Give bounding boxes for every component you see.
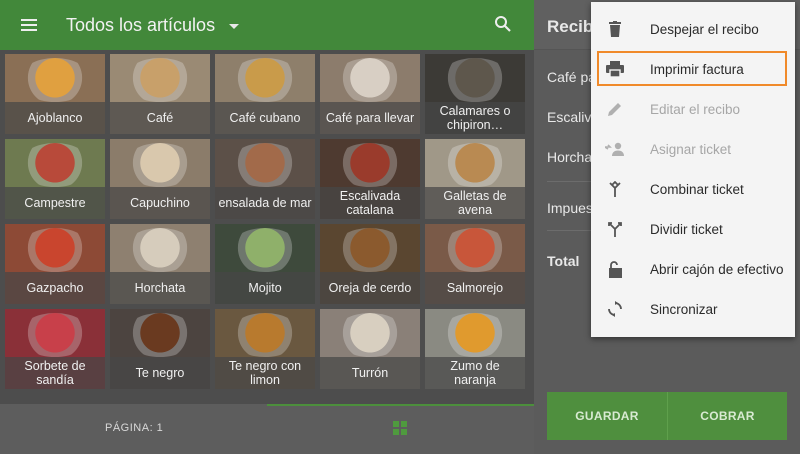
item-tile[interactable]: Zumo de naranja <box>425 309 525 389</box>
item-image <box>19 228 91 272</box>
category-title[interactable]: Todos los artículos <box>66 15 215 36</box>
item-label: Horchata <box>110 272 210 304</box>
menu-item-label: Combinar ticket <box>650 181 744 197</box>
grid-view-icon[interactable] <box>393 421 407 440</box>
item-tile[interactable]: Café para llevar <box>320 54 420 134</box>
menu-item-sincronizar[interactable]: Sincronizar <box>591 289 795 329</box>
split-icon <box>593 221 637 237</box>
item-label: Te negro <box>110 357 210 389</box>
item-tile[interactable]: Capuchino <box>110 139 210 219</box>
menu-item-dividir-ticket[interactable]: Dividir ticket <box>591 209 795 249</box>
item-tile[interactable]: Sorbete de sandía <box>5 309 105 389</box>
item-tile[interactable]: Café <box>110 54 210 134</box>
item-label: Capuchino <box>110 187 210 219</box>
item-label: Café cubano <box>215 102 315 134</box>
receipt-taxes: Impues <box>547 200 593 216</box>
item-image <box>439 143 511 187</box>
item-image <box>124 58 196 102</box>
cash-drawer-icon <box>593 260 637 278</box>
item-tile[interactable]: Galletas de avena <box>425 139 525 219</box>
item-tile[interactable]: Oreja de cerdo <box>320 224 420 304</box>
item-label: Calamares o chipiron… <box>425 102 525 134</box>
item-tile[interactable]: Te negro con limon <box>215 309 315 389</box>
item-image <box>439 313 511 357</box>
pencil-icon <box>593 101 637 117</box>
trash-icon <box>593 21 637 37</box>
menu-item-label: Sincronizar <box>650 301 718 317</box>
search-icon[interactable] <box>494 15 512 38</box>
item-tile[interactable]: Ajoblanco <box>5 54 105 134</box>
print-invoice-highlight <box>597 51 787 86</box>
item-image <box>19 313 91 357</box>
item-tile[interactable]: Turrón <box>320 309 420 389</box>
item-label: Gazpacho <box>5 272 105 304</box>
item-label: Zumo de naranja <box>425 357 525 389</box>
menu-item-abrir-cajón-de-efectivo[interactable]: Abrir cajón de efectivo <box>591 249 795 289</box>
item-tile[interactable]: Café cubano <box>215 54 315 134</box>
item-label: Mojito <box>215 272 315 304</box>
item-image <box>334 143 406 187</box>
menu-item-label: Dividir ticket <box>650 221 723 237</box>
item-label: Turrón <box>320 357 420 389</box>
receipt-line-item[interactable]: Café pa <box>547 69 596 85</box>
menu-item-asignar-ticket: Asignar ticket <box>591 129 795 169</box>
item-label: Ajoblanco <box>5 102 105 134</box>
chevron-down-icon[interactable] <box>229 23 240 29</box>
item-label: Te negro con limon <box>215 357 315 389</box>
item-grid: Ajoblanco Café Café cubano Café para llevar… <box>5 54 528 389</box>
menu-item-label: Editar el recibo <box>650 101 741 117</box>
item-label: Galletas de avena <box>425 187 525 219</box>
merge-icon <box>593 181 637 197</box>
item-label: Oreja de cerdo <box>320 272 420 304</box>
item-label: Campestre <box>5 187 105 219</box>
item-image <box>229 313 301 357</box>
item-image <box>229 228 301 272</box>
menu-item-editar-el-recibo: Editar el recibo <box>591 89 795 129</box>
item-image <box>229 143 301 187</box>
item-label: ensalada de mar <box>215 187 315 219</box>
assign-user-icon <box>593 142 637 156</box>
item-image <box>334 58 406 102</box>
save-button[interactable]: GUARDAR <box>547 392 667 440</box>
app-bar: Todos los artículos <box>0 0 534 50</box>
item-image <box>124 228 196 272</box>
active-tab-indicator <box>267 404 534 406</box>
menu-item-combinar-ticket[interactable]: Combinar ticket <box>591 169 795 209</box>
page-indicator[interactable]: PÁGINA: 1 <box>105 422 163 434</box>
menu-item-label: Asignar ticket <box>650 141 732 157</box>
item-image <box>124 143 196 187</box>
item-label: Escalivada catalana <box>320 187 420 219</box>
receipt-total: Total <box>547 253 580 269</box>
item-image <box>334 228 406 272</box>
item-image <box>439 228 511 272</box>
item-image <box>439 58 511 102</box>
hamburger-menu-icon[interactable] <box>0 0 58 50</box>
menu-item-despejar-el-recibo[interactable]: Despejar el recibo <box>591 9 795 49</box>
item-tile[interactable]: Te negro <box>110 309 210 389</box>
menu-item-label: Despejar el recibo <box>650 21 759 37</box>
item-tile[interactable]: Salmorejo <box>425 224 525 304</box>
item-label: Café <box>110 102 210 134</box>
item-tile[interactable]: Escalivada catalana <box>320 139 420 219</box>
item-label: Salmorejo <box>425 272 525 304</box>
menu-item-label: Abrir cajón de efectivo <box>650 261 784 277</box>
item-image <box>334 313 406 357</box>
item-tile[interactable]: Horchata <box>110 224 210 304</box>
item-image <box>19 143 91 187</box>
item-tile[interactable]: ensalada de mar <box>215 139 315 219</box>
item-tile[interactable]: Campestre <box>5 139 105 219</box>
bottom-bar: PÁGINA: 1 <box>0 404 534 454</box>
item-image <box>124 313 196 357</box>
item-tile[interactable]: Gazpacho <box>5 224 105 304</box>
item-image <box>19 58 91 102</box>
receipt-line-item[interactable]: Horchat <box>547 149 596 165</box>
item-label: Café para llevar <box>320 102 420 134</box>
item-image <box>229 58 301 102</box>
charge-button[interactable]: COBRAR <box>667 392 787 440</box>
item-tile[interactable]: Calamares o chipiron… <box>425 54 525 134</box>
sync-icon <box>593 301 637 317</box>
items-panel: Todos los artículos Ajoblanco Café Café cu… <box>0 0 534 454</box>
item-tile[interactable]: Mojito <box>215 224 315 304</box>
item-label: Sorbete de sandía <box>5 357 105 389</box>
